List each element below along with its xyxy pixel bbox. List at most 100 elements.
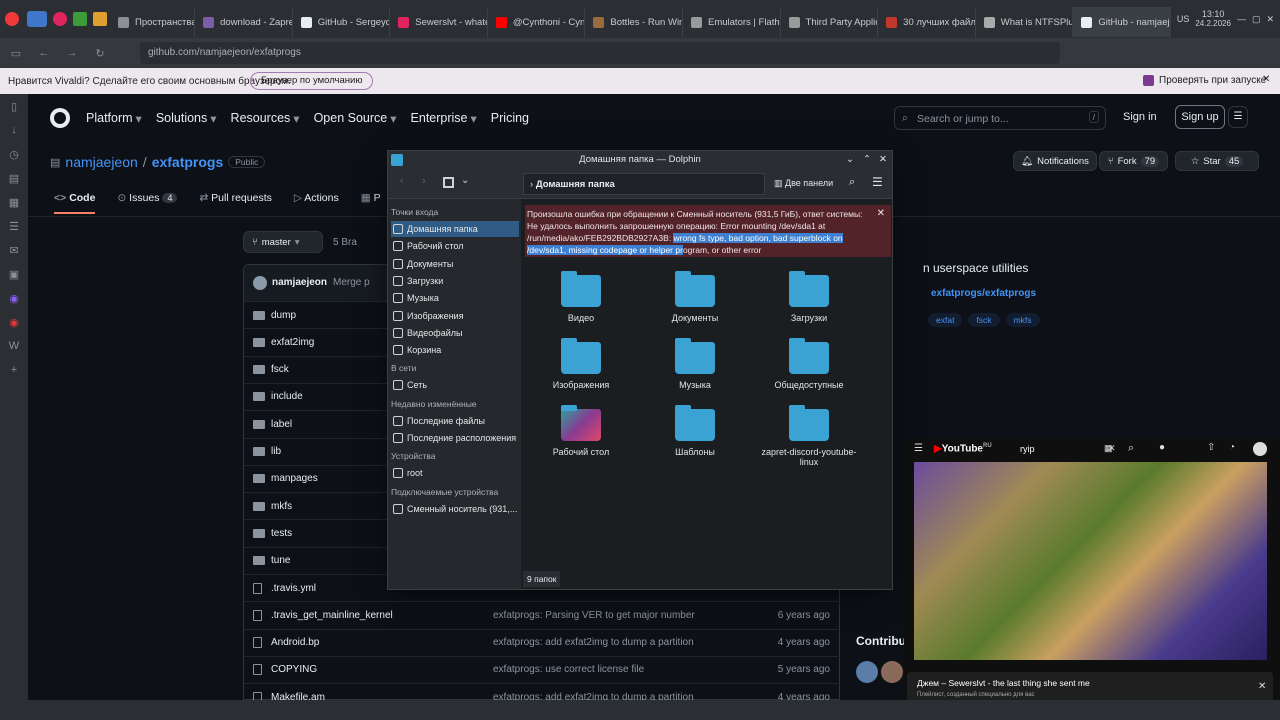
- file-name[interactable]: .travis_get_mainline_kernel: [271, 610, 393, 621]
- places-item[interactable]: Видеофайлы: [391, 325, 519, 341]
- browser-tab[interactable]: GitHub - Sergeydigl...: [293, 7, 391, 37]
- commit-message[interactable]: exfatprogs: use correct license file: [493, 664, 644, 675]
- file-name[interactable]: exfat2img: [271, 337, 314, 348]
- topic-tag[interactable]: exfat: [928, 313, 963, 327]
- folder-item[interactable]: Документы: [645, 271, 745, 323]
- places-item[interactable]: Корзина: [391, 342, 519, 358]
- add-panel-icon[interactable]: +: [0, 358, 28, 382]
- browser-tab[interactable]: download - Zapret ...: [195, 7, 293, 37]
- upload-icon[interactable]: ⇧: [1207, 442, 1215, 453]
- places-item[interactable]: Сменный носитель (931,...: [391, 501, 519, 517]
- location-breadcrumb[interactable]: › Домашняя папка: [523, 173, 765, 195]
- file-name[interactable]: COPYING: [271, 664, 317, 675]
- avatar[interactable]: [881, 661, 903, 683]
- sign-up-button[interactable]: Sign up: [1175, 105, 1225, 129]
- video-player[interactable]: [914, 462, 1267, 660]
- commit-message[interactable]: Merge p: [333, 277, 370, 288]
- file-name[interactable]: manpages: [271, 473, 318, 484]
- places-item[interactable]: Домашняя папка: [391, 221, 519, 237]
- now-playing-title[interactable]: Джем – Sewerslvt - the last thing she se…: [917, 678, 1090, 688]
- reload-icon[interactable]: ↻: [86, 41, 114, 65]
- nav-item[interactable]: Resources: [231, 111, 291, 126]
- topic-tag[interactable]: fsck: [968, 313, 1000, 327]
- close-error-icon[interactable]: ✕: [877, 208, 885, 220]
- places-item[interactable]: Музыка: [391, 290, 519, 306]
- vivaldi-social-icon[interactable]: ◉: [0, 310, 28, 334]
- places-item[interactable]: Изображения: [391, 308, 519, 324]
- avatar[interactable]: [856, 661, 878, 683]
- commit-author[interactable]: namjaejeon: [272, 277, 327, 288]
- file-name[interactable]: tests: [271, 528, 292, 539]
- search-icon[interactable]: ⌕: [1128, 442, 1134, 455]
- file-name[interactable]: include: [271, 391, 303, 402]
- search-icon[interactable]: ⌕: [849, 176, 855, 189]
- close-window-button[interactable]: ✕: [1266, 14, 1274, 25]
- clear-search-icon[interactable]: ✕: [1108, 443, 1116, 454]
- downloads-icon[interactable]: ↓: [0, 118, 28, 142]
- table-row[interactable]: .travis_get_mainline_kernel exfatprogs: P…: [243, 601, 840, 628]
- browser-tab[interactable]: Third Party Applicat...: [781, 7, 879, 37]
- bookmarks-icon[interactable]: ▯: [0, 94, 28, 118]
- mastodon-icon[interactable]: ◉: [0, 286, 28, 310]
- places-item[interactable]: root: [391, 465, 519, 481]
- folder-item[interactable]: Шаблоны: [645, 405, 745, 457]
- pinned-tab-icon[interactable]: [93, 12, 107, 26]
- pinned-tab-icon[interactable]: [73, 12, 87, 26]
- close-icon[interactable]: ✕: [1258, 681, 1266, 692]
- minimize-icon[interactable]: ⌄: [846, 151, 854, 169]
- file-name[interactable]: lib: [271, 446, 281, 457]
- folder-item[interactable]: Изображения: [531, 338, 631, 390]
- browser-tab[interactable]: Bottles - Run Wind...: [585, 7, 683, 37]
- forward-icon[interactable]: ›: [422, 175, 426, 187]
- places-item[interactable]: Последние файлы: [391, 413, 519, 429]
- calendar-icon[interactable]: ▣: [0, 262, 28, 286]
- table-row[interactable]: COPYING exfatprogs: use correct license f…: [243, 655, 840, 683]
- nav-item[interactable]: Pricing: [491, 111, 529, 126]
- window-panel-icon[interactable]: ▦: [0, 190, 28, 214]
- youtube-search-input[interactable]: ryip: [1020, 444, 1035, 454]
- chevron-down-icon[interactable]: ⌄: [461, 175, 469, 186]
- repo-name-link[interactable]: exfatprogs: [152, 154, 224, 170]
- youtube-logo[interactable]: ▶YouTubeRU: [934, 443, 992, 454]
- folder-item[interactable]: Общедоступные: [759, 338, 859, 390]
- minimize-window-button[interactable]: —: [1237, 14, 1246, 24]
- tab-pull-requests[interactable]: ⇄ Pull requests: [199, 192, 271, 214]
- panel-toggle-icon[interactable]: ▭: [2, 41, 30, 65]
- places-item[interactable]: Сеть: [391, 377, 519, 393]
- nav-item[interactable]: Solutions: [156, 111, 207, 126]
- reading-list-icon[interactable]: ☰: [0, 214, 28, 238]
- maximize-icon[interactable]: ⌃: [863, 151, 871, 169]
- browser-tab[interactable]: Emulators | Flathub: [683, 7, 781, 37]
- nav-item[interactable]: Platform: [86, 111, 133, 126]
- file-name[interactable]: tune: [271, 555, 290, 566]
- file-name[interactable]: fsck: [271, 364, 289, 375]
- pinned-tab-icon[interactable]: [53, 12, 67, 26]
- folder-item[interactable]: zapret-discord-youtube-linux: [759, 405, 859, 467]
- table-row[interactable]: Makefile.am exfatprogs: add exfat2img to …: [243, 683, 840, 700]
- places-item[interactable]: Последние расположения: [391, 430, 519, 446]
- folder-item[interactable]: Загрузки: [759, 271, 859, 323]
- file-name[interactable]: mkfs: [271, 501, 292, 512]
- commit-message[interactable]: exfatprogs: Parsing VER to get major num…: [493, 610, 695, 621]
- split-view-button[interactable]: ▥ Две панели: [774, 178, 833, 189]
- commit-message[interactable]: exfatprogs: add exfat2img to dump a part…: [493, 637, 694, 648]
- folder-item[interactable]: Видео: [531, 271, 631, 323]
- wikipedia-icon[interactable]: W: [0, 334, 28, 358]
- browser-tab[interactable]: What is NTFSPlus a...: [976, 7, 1074, 37]
- forward-icon[interactable]: →: [58, 41, 86, 65]
- hamburger-menu-icon[interactable]: ☰: [872, 175, 883, 189]
- close-icon[interactable]: ✕: [879, 151, 887, 169]
- set-default-browser-button[interactable]: Браузер по умолчанию: [250, 72, 374, 90]
- places-item[interactable]: Документы: [391, 256, 519, 272]
- table-row[interactable]: Android.bp exfatprogs: add exfat2img to d…: [243, 628, 840, 656]
- star-button[interactable]: ☆ Star 45: [1175, 151, 1259, 171]
- topic-tag[interactable]: mkfs: [1005, 313, 1040, 327]
- back-icon[interactable]: ←: [30, 41, 58, 65]
- back-icon[interactable]: ‹: [400, 175, 404, 187]
- menu-icon[interactable]: ☰: [914, 443, 923, 454]
- notifications-bell-icon[interactable]: ◔: [1229, 442, 1235, 453]
- places-item[interactable]: Загрузки: [391, 273, 519, 289]
- tab-code[interactable]: <> Code: [54, 192, 96, 214]
- browser-tab[interactable]: Пространства: [110, 7, 196, 37]
- microphone-icon[interactable]: ●: [1159, 442, 1165, 453]
